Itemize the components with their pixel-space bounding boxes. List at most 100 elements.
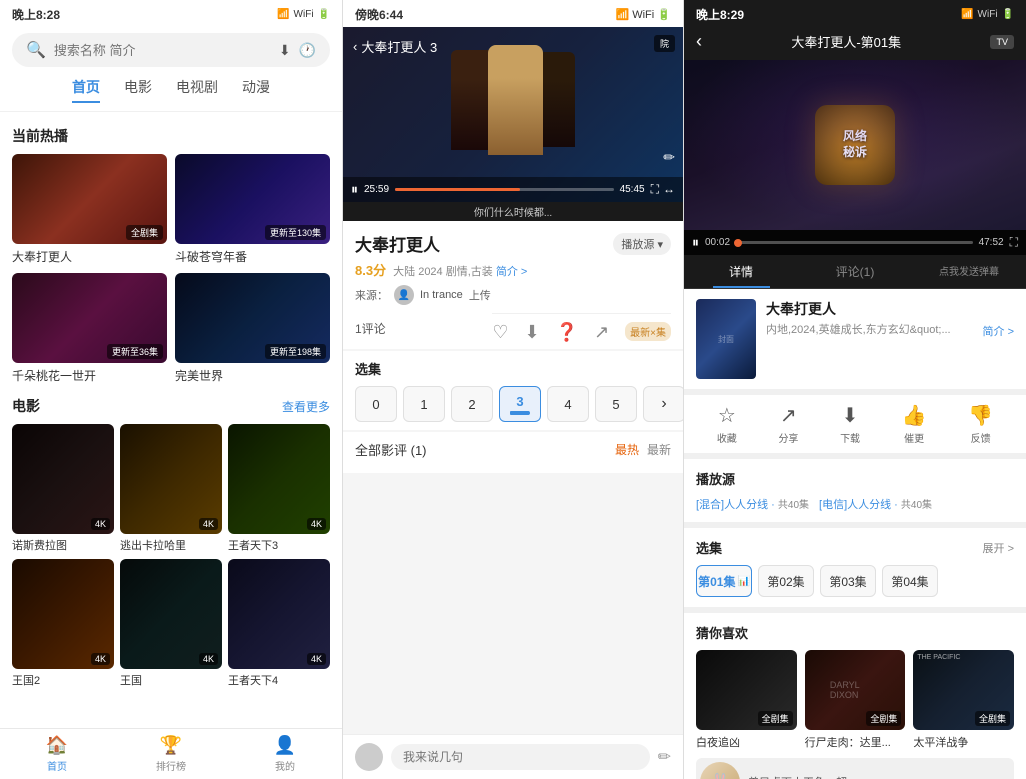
- episode-btn-3[interactable]: 3: [499, 386, 541, 422]
- search-bar[interactable]: 🔍 ⬇ 🕐: [12, 33, 330, 67]
- download-icon[interactable]: ⬇: [279, 42, 291, 59]
- bottom-nav-ranking[interactable]: 🏆 排行榜: [114, 729, 228, 779]
- status-time: 傍晚6:44: [355, 6, 403, 23]
- feedback-btn[interactable]: 👎 反馈: [968, 403, 993, 445]
- source-link-1[interactable]: [电信]人人分线 · 共40集: [819, 496, 932, 512]
- like-btn[interactable]: ♡: [492, 322, 508, 343]
- ep-chip-03[interactable]: 第03集: [820, 565, 876, 597]
- urge-btn[interactable]: 👍 催更: [902, 403, 927, 445]
- list-item[interactable]: 更新至36集 千朵桃花一世开: [12, 273, 167, 384]
- share-btn[interactable]: ↗ 分享: [778, 403, 798, 445]
- review-section: 全部影评 (1) 最热 最新: [343, 432, 683, 473]
- fullscreen-icon[interactable]: ⛶: [651, 182, 659, 197]
- episode-badge: 院: [654, 35, 675, 52]
- history-icon[interactable]: 🕐: [299, 42, 316, 59]
- tab-movies[interactable]: 电影: [124, 77, 152, 103]
- bottom-nav-profile[interactable]: 👤 我的: [228, 729, 342, 779]
- intro-btn[interactable]: 简介 >: [496, 266, 527, 278]
- list-item[interactable]: 全剧集 白夜追凶: [696, 650, 797, 750]
- fullscreen-icon[interactable]: ⛶: [1010, 235, 1018, 250]
- review-title: 全部影评 (1): [355, 440, 427, 459]
- tab-detail[interactable]: 详情: [684, 255, 798, 288]
- pause-icon[interactable]: ⏸: [351, 181, 358, 198]
- progress-track[interactable]: [395, 188, 614, 191]
- back-button[interactable]: ‹ 大奉打更人 3: [353, 37, 437, 56]
- list-item[interactable]: 全剧集 大奉打更人: [12, 154, 167, 265]
- pause-icon[interactable]: ⏸: [692, 234, 699, 251]
- comment-field[interactable]: [391, 744, 650, 770]
- share-icon: ↗: [594, 322, 609, 343]
- bottom-nav: 🏠 首页 🏆 排行榜 👤 我的: [0, 728, 342, 779]
- episode-btn-5[interactable]: 5: [595, 386, 637, 422]
- list-item[interactable]: 4K 王者天下3: [228, 424, 330, 553]
- hot-grid: 全剧集 大奉打更人 更新至130集 斗破苍穹年番 更新至36集 千朵桃花一世开: [12, 154, 330, 384]
- episode-btn-2[interactable]: 2: [451, 386, 493, 422]
- sources-section: 播放源 [混合]人人分线 · 共40集 [电信]人人分线 · 共40集: [684, 459, 1026, 522]
- episodes-title: 选集: [696, 538, 722, 557]
- progress-track[interactable]: [736, 241, 973, 244]
- player-header: ‹ 大奉打更人-第01集 TV: [684, 27, 1026, 60]
- list-item[interactable]: 4K 王国2: [12, 559, 114, 688]
- video-player[interactable]: 风络 秘诉: [684, 60, 1026, 230]
- movie-badge: 4K: [199, 518, 218, 530]
- review-tab-new[interactable]: 最新: [647, 441, 671, 458]
- ep-chip-01[interactable]: 第01集 📊: [696, 565, 752, 597]
- comment-count[interactable]: 1评论: [355, 320, 386, 337]
- total-time: 47:52: [979, 237, 1004, 248]
- episode-btn-1[interactable]: 1: [403, 386, 445, 422]
- help-btn[interactable]: ❓: [556, 322, 578, 343]
- movie-badge: 4K: [307, 653, 326, 665]
- source-button[interactable]: 播放源 ▾: [613, 233, 671, 255]
- download-label: 下载: [840, 430, 860, 445]
- signal-icon: 📶: [615, 9, 629, 21]
- list-item[interactable]: 4K 王国: [120, 559, 222, 688]
- review-tab-hot[interactable]: 最热: [615, 441, 639, 458]
- urge-label: 催更: [904, 430, 924, 445]
- rec-title: 行尸走肉：达里...: [805, 734, 906, 750]
- send-icon[interactable]: ✏: [658, 747, 671, 767]
- video-player[interactable]: ‹ 大奉打更人 3 院 ✏ ⏸ 25:59 45:45 ⛶ ↔: [343, 27, 683, 202]
- tab-comments[interactable]: 评论(1): [798, 255, 912, 288]
- search-input[interactable]: [54, 43, 271, 58]
- share-btn[interactable]: ↗: [594, 322, 609, 343]
- collect-btn[interactable]: ☆ 收藏: [717, 403, 737, 445]
- expand-icon[interactable]: ↔: [663, 182, 675, 197]
- episode-btn-4[interactable]: 4: [547, 386, 589, 422]
- ep-chip-02[interactable]: 第02集: [758, 565, 814, 597]
- tab-danmaku[interactable]: 点我发送弹幕: [912, 255, 1026, 288]
- episode-btn-0[interactable]: 0: [355, 386, 397, 422]
- source-link-0[interactable]: [混合]人人分线 · 共40集: [696, 496, 809, 512]
- expand-btn[interactable]: 展开 >: [983, 540, 1014, 556]
- back-button[interactable]: ‹: [696, 31, 702, 52]
- tab-home[interactable]: 首页: [72, 77, 100, 103]
- list-item[interactable]: 4K 王者天下4: [228, 559, 330, 688]
- ep-chip-04[interactable]: 第04集: [882, 565, 938, 597]
- bar-icon: 📊: [737, 576, 749, 587]
- list-item[interactable]: 更新至198集 完美世界: [175, 273, 330, 384]
- tab-tv[interactable]: 电视剧: [176, 77, 218, 103]
- intro-btn[interactable]: 简介 >: [983, 323, 1014, 339]
- list-item[interactable]: DARYL DIXON 全剧集 行尸走肉：达里...: [805, 650, 906, 750]
- urge-icon: 👍: [902, 403, 927, 428]
- bottom-nav-home[interactable]: 🏠 首页: [0, 729, 114, 779]
- total-time: 45:45: [620, 184, 645, 195]
- edit-icon[interactable]: ✏: [663, 149, 675, 166]
- list-item[interactable]: THE PACIFIC 全剧集 太平洋战争: [913, 650, 1014, 750]
- status-icons: 📶 WiFi 🔋: [961, 9, 1014, 20]
- signal-icon: 📶: [277, 9, 289, 20]
- movie-title: 王国: [120, 672, 222, 688]
- download-btn[interactable]: ⬇: [525, 322, 540, 343]
- uploader-suffix: 上传: [469, 287, 491, 303]
- see-more-btn[interactable]: 查看更多: [282, 398, 330, 415]
- list-item[interactable]: 4K 逃出卡拉哈里: [120, 424, 222, 553]
- movie-badge: 4K: [307, 518, 326, 530]
- episode-btn-6[interactable]: ›: [643, 386, 684, 422]
- list-item[interactable]: 4K 诺斯费拉图: [12, 424, 114, 553]
- detail-info: 大奉打更人 播放源 ▾ 8.3分 大陆 2024 剧情,古装 简介 > 来源： …: [343, 221, 683, 349]
- list-item[interactable]: 更新至130集 斗破苍穹年番: [175, 154, 330, 265]
- download-btn[interactable]: ⬇ 下载: [840, 403, 860, 445]
- promo-text: 养只桌面小玉兔：超...: [748, 774, 856, 779]
- promo-banner[interactable]: 🐰 养只桌面小玉兔：超...: [696, 758, 1014, 779]
- tab-anime[interactable]: 动漫: [242, 77, 270, 103]
- wifi-icon: WiFi: [294, 9, 314, 20]
